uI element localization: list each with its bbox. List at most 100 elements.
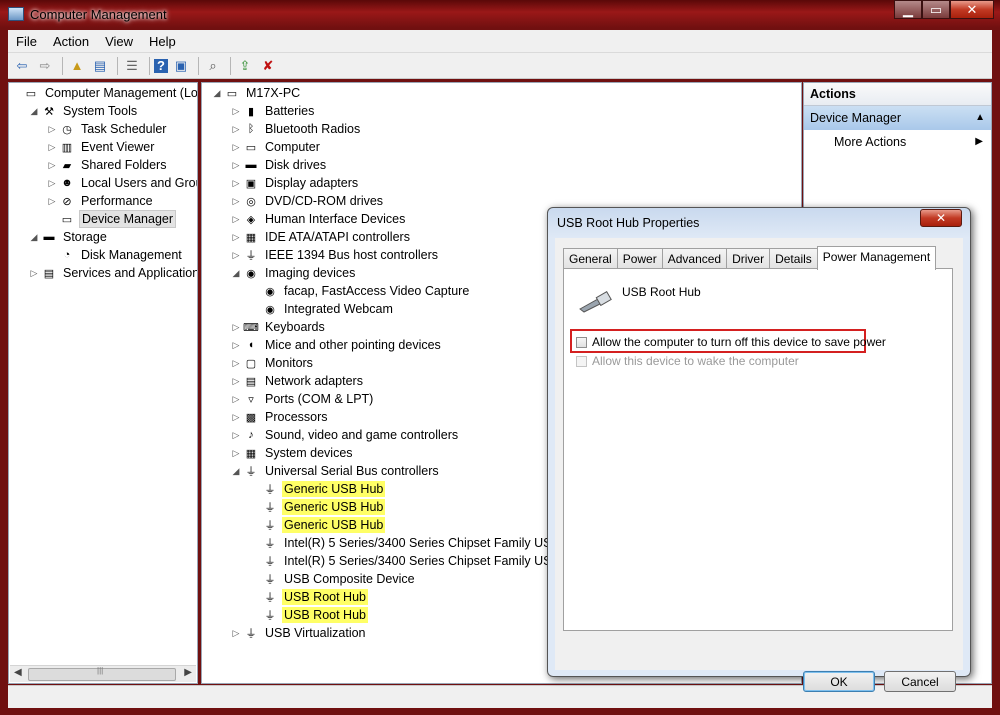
device-tree-item[interactable]: ◉ Integrated Webcam xyxy=(250,300,395,318)
expand-arrow-icon[interactable]: ▷ xyxy=(231,412,241,423)
device-tree-item[interactable]: ⏚ Intel(R) 5 Series/3400 Series Chipset F… xyxy=(250,534,581,552)
device-tree-item[interactable]: ▷ ⏚ USB Virtualization xyxy=(231,624,368,642)
device-tree-item[interactable]: ◢ ◉ Imaging devices xyxy=(231,264,357,282)
expand-arrow-icon[interactable]: ▷ xyxy=(231,340,241,351)
console-tree-item[interactable]: ▭ Device Manager xyxy=(47,210,177,228)
device-tree-item[interactable]: ▷ ▩ Processors xyxy=(231,408,330,426)
device-tree-item[interactable]: ▷ ◎ DVD/CD-ROM drives xyxy=(231,192,385,210)
show-hide-action-pane-icon[interactable]: ▣ xyxy=(171,57,191,75)
expand-arrow-icon[interactable]: ▷ xyxy=(231,124,241,135)
scroll-left-icon[interactable]: ◀ xyxy=(14,667,22,678)
expand-arrow-icon[interactable]: ▷ xyxy=(231,430,241,441)
device-tree-item[interactable]: ▷ ▮ Batteries xyxy=(231,102,316,120)
expand-arrow-icon[interactable]: ▷ xyxy=(47,142,57,153)
device-tree-item[interactable]: ◉ facap, FastAccess Video Capture xyxy=(250,282,471,300)
device-tree-item[interactable]: ▷ ◈ Human Interface Devices xyxy=(231,210,407,228)
device-tree-item[interactable]: ▷ ▤ Network adapters xyxy=(231,372,365,390)
horizontal-scrollbar[interactable]: ◀ ||| ▶ xyxy=(10,665,196,682)
expand-arrow-icon[interactable]: ▷ xyxy=(231,376,241,387)
device-tree-item[interactable]: ⏚ USB Composite Device xyxy=(250,570,417,588)
console-tree-item[interactable]: ▷ ▰ Shared Folders xyxy=(47,156,168,174)
device-tree-item[interactable]: ◢ ⏚ Universal Serial Bus controllers xyxy=(231,462,441,480)
maximize-button[interactable]: ▭ xyxy=(922,0,950,19)
device-tree-item[interactable]: ⏚ USB Root Hub xyxy=(250,606,368,624)
expand-arrow-icon[interactable]: ▷ xyxy=(231,142,241,153)
dialog-close-button[interactable]: ✕ xyxy=(920,209,962,227)
device-tree-item[interactable]: ▷ ♪ Sound, video and game controllers xyxy=(231,426,460,444)
device-tree-item[interactable]: ⏚ Generic USB Hub xyxy=(250,516,386,534)
device-tree-item[interactable]: ▷ ▭ Computer xyxy=(231,138,322,156)
device-tree-item[interactable]: ▷ ◖ Mice and other pointing devices xyxy=(231,336,443,354)
properties-icon[interactable]: ☰ xyxy=(122,57,142,75)
expand-arrow-icon[interactable]: ▷ xyxy=(47,178,57,189)
device-tree-item[interactable]: ◢ ▭ M17X-PC xyxy=(212,84,302,102)
console-tree-item[interactable]: ▷ ▤ Services and Applications xyxy=(29,264,197,282)
scroll-right-icon[interactable]: ▶ xyxy=(184,667,192,678)
console-tree-item[interactable]: ▷ ☻ Local Users and Groups xyxy=(47,174,197,192)
forward-icon[interactable]: ⇨ xyxy=(35,57,55,75)
expand-arrow-icon[interactable]: ▷ xyxy=(231,394,241,405)
expand-arrow-icon[interactable]: ▷ xyxy=(231,214,241,225)
tab-driver[interactable]: Driver xyxy=(726,248,771,269)
uninstall-icon[interactable]: ✘ xyxy=(258,57,278,75)
device-tree-item[interactable]: ▷ ▣ Display adapters xyxy=(231,174,360,192)
expand-arrow-icon[interactable]: ▷ xyxy=(231,196,241,207)
ok-button[interactable]: OK xyxy=(803,671,875,692)
minimize-button[interactable]: ▁ xyxy=(894,0,922,19)
tab-general[interactable]: General xyxy=(563,248,618,269)
device-tree-item[interactable]: ▷ ▦ System devices xyxy=(231,444,355,462)
expand-arrow-icon[interactable]: ▷ xyxy=(231,628,241,639)
tab-advanced[interactable]: Advanced xyxy=(661,248,728,269)
expand-arrow-icon[interactable]: ▷ xyxy=(231,232,241,243)
menu-action[interactable]: Action xyxy=(45,34,97,49)
expand-arrow-icon[interactable]: ▷ xyxy=(231,106,241,117)
scan-hardware-icon[interactable]: ⌕ xyxy=(203,57,223,75)
tab-power[interactable]: Power xyxy=(616,248,663,269)
expand-arrow-icon[interactable]: ▷ xyxy=(231,358,241,369)
console-tree-item[interactable]: ◔ Disk Management xyxy=(47,246,184,264)
help-icon[interactable]: ? xyxy=(154,58,168,73)
expand-arrow-icon[interactable]: ▷ xyxy=(231,178,241,189)
menu-file[interactable]: File xyxy=(8,34,45,49)
menu-help[interactable]: Help xyxy=(141,34,184,49)
update-driver-icon[interactable]: ⇪ xyxy=(235,57,255,75)
expand-arrow-icon[interactable]: ▷ xyxy=(231,448,241,459)
expand-arrow-icon[interactable]: ▷ xyxy=(47,196,57,207)
cancel-button[interactable]: Cancel xyxy=(884,671,956,692)
menu-view[interactable]: View xyxy=(97,34,141,49)
tab-power-management[interactable]: Power Management xyxy=(816,246,937,270)
back-icon[interactable]: ⇦ xyxy=(12,57,32,75)
expand-arrow-icon[interactable]: ▷ xyxy=(47,160,57,171)
collapse-arrow-icon[interactable]: ◢ xyxy=(29,106,39,117)
expand-arrow-icon[interactable]: ▷ xyxy=(29,268,39,279)
console-tree-item[interactable]: ◢ ▬ Storage xyxy=(29,228,109,246)
device-tree-item[interactable]: ▷ ▬ Disk drives xyxy=(231,156,328,174)
expand-arrow-icon[interactable]: ▷ xyxy=(231,160,241,171)
device-tree-item[interactable]: ▷ ▢ Monitors xyxy=(231,354,315,372)
collapse-icon[interactable]: ▲ xyxy=(975,106,985,130)
collapse-arrow-icon[interactable]: ◢ xyxy=(231,268,241,279)
device-tree-item[interactable]: ▷ ⏚ IEEE 1394 Bus host controllers xyxy=(231,246,440,264)
device-tree-item[interactable]: ▷ ▦ IDE ATA/ATAPI controllers xyxy=(231,228,412,246)
collapse-arrow-icon[interactable]: ◢ xyxy=(212,88,222,99)
allow-turn-off-checkbox[interactable] xyxy=(576,336,587,348)
actions-section-device-manager[interactable]: Device Manager ▲ xyxy=(804,106,991,130)
console-tree-item[interactable]: ▷ ⊘ Performance xyxy=(47,192,155,210)
device-tree-item[interactable]: ⏚ Generic USB Hub xyxy=(250,498,386,516)
more-actions[interactable]: More Actions ▶ xyxy=(804,130,991,154)
expand-arrow-icon[interactable]: ▷ xyxy=(231,322,241,333)
device-tree-item[interactable]: ⏚ Generic USB Hub xyxy=(250,480,386,498)
expand-arrow-icon[interactable]: ▷ xyxy=(47,124,57,135)
device-tree-item[interactable]: ▷ ᛒ Bluetooth Radios xyxy=(231,120,362,138)
device-tree-item[interactable]: ▷ ▿ Ports (COM & LPT) xyxy=(231,390,375,408)
device-tree-item[interactable]: ▷ ⌨ Keyboards xyxy=(231,318,327,336)
device-tree-item[interactable]: ⏚ USB Root Hub xyxy=(250,588,368,606)
collapse-arrow-icon[interactable]: ◢ xyxy=(231,466,241,477)
device-tree-item[interactable]: ⏚ Intel(R) 5 Series/3400 Series Chipset F… xyxy=(250,552,581,570)
tab-details[interactable]: Details xyxy=(769,248,818,269)
show-hide-tree-icon[interactable]: ▤ xyxy=(90,57,110,75)
console-tree-item[interactable]: ▭ Computer Management (Local xyxy=(11,84,197,102)
up-folder-icon[interactable]: ▲ xyxy=(67,57,87,75)
console-tree-item[interactable]: ▷ ▥ Event Viewer xyxy=(47,138,156,156)
collapse-arrow-icon[interactable]: ◢ xyxy=(29,232,39,243)
